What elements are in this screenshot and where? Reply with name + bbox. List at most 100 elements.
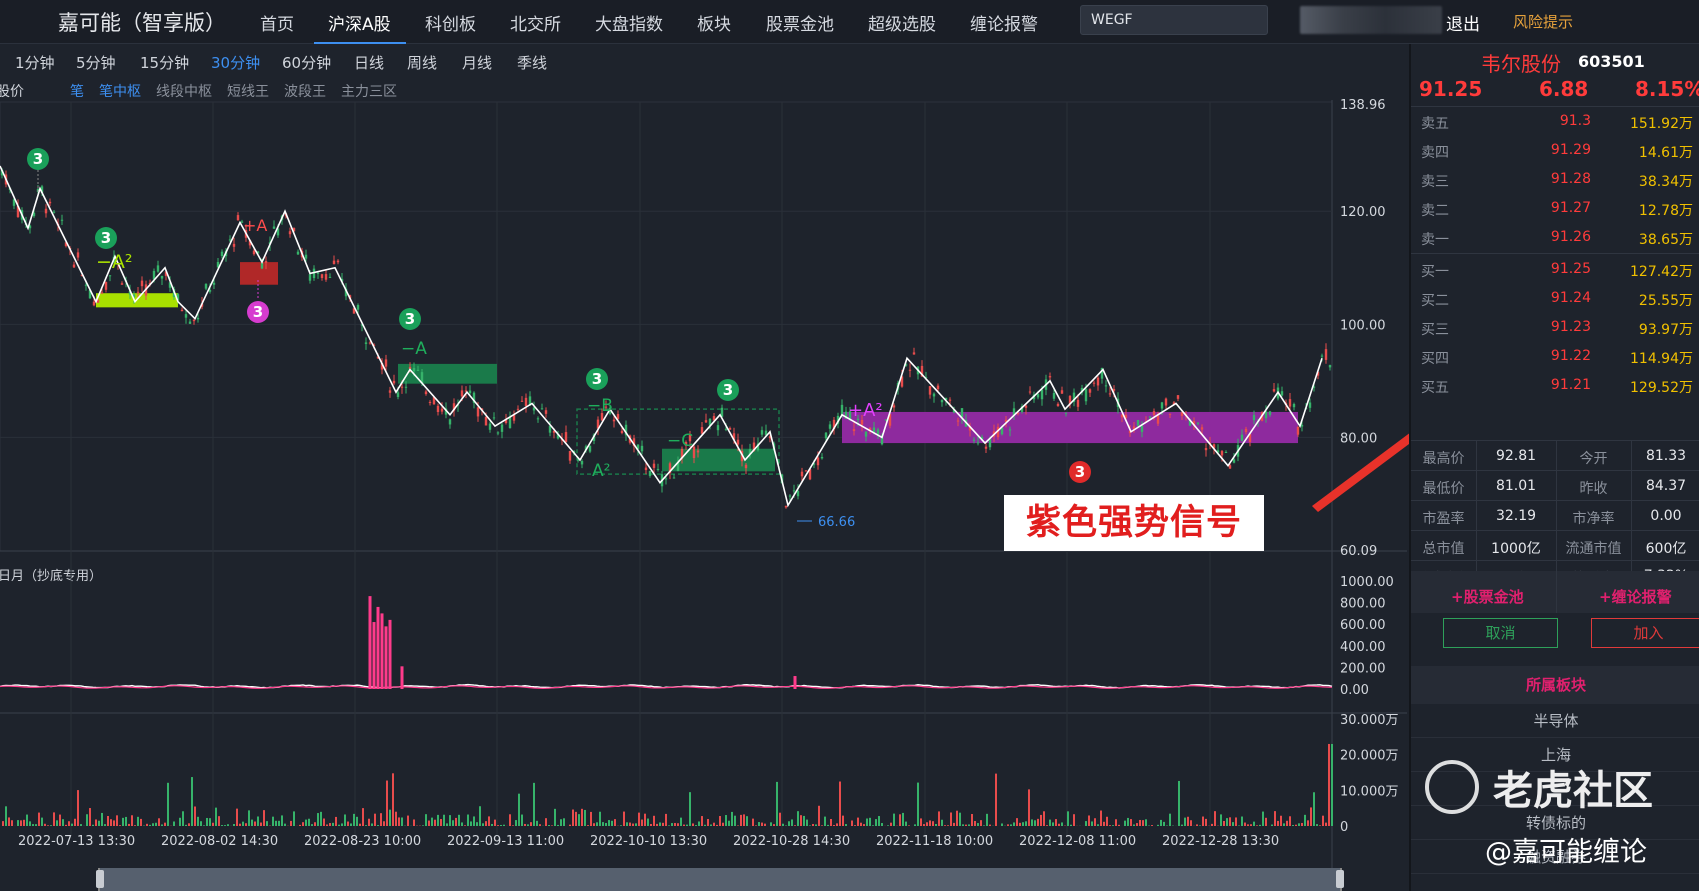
candle-body [476,407,480,417]
volume-bar [1235,817,1237,826]
kline-chart[interactable]: 3 3 3 3 3 3 3 −A² +A −A −B A² −C +A² 66.66 138.96 120.0… [0,0,1409,868]
volume-bar [1289,816,1291,826]
stat-value: 81.01 [1495,478,1537,494]
volume-bar [1139,819,1141,826]
risk-warning-link[interactable]: 风险提示 [1513,11,1573,32]
volume-bar [554,808,556,826]
cancel-button[interactable]: 取消 [1443,618,1558,648]
osc-tick-label: 1000.00 [1340,575,1394,590]
order-label: 卖一 [1421,232,1449,248]
volume-bar [1151,825,1153,826]
buy-point-three-icon: 3 [399,308,421,330]
volume-bar [305,819,307,826]
volume-bar [1145,819,1147,826]
volume-bar [659,822,661,826]
volume-bar [854,825,856,826]
candle-body [588,445,592,452]
volume-bar [728,820,730,826]
volume-bar [239,823,241,826]
volume-bar [929,820,931,826]
candle-body [328,276,332,278]
scroll-handle-left[interactable] [96,870,104,888]
add-chan-alarm-link[interactable]: +缠论报警 [1599,586,1672,607]
candle-body [336,260,340,263]
pen-line [0,165,1323,508]
volume-bar [1031,819,1033,826]
sector-item[interactable]: 半导体 [1411,704,1699,738]
scroll-handle-right[interactable] [1336,870,1344,888]
candle-body [536,418,540,420]
candle-body [100,292,104,294]
candle-body [448,419,452,425]
candle-body [392,380,396,384]
volume-bar [86,814,88,826]
stat-key: 最低价 [1422,481,1465,497]
volume-bar [32,824,34,826]
stock-code: 603501 [1578,52,1645,71]
volume-bar [1169,813,1171,826]
order-volume: 38.34万 [1638,174,1693,190]
volume-bar [191,777,193,826]
join-button[interactable]: 加入 [1591,618,1699,648]
candle-body [324,274,328,280]
volume-bar [431,817,433,826]
volume-bar [977,823,979,826]
candle-body [496,432,500,434]
volume-bar [167,782,169,826]
order-label: 卖五 [1421,116,1449,132]
volume-bar [926,822,928,826]
volume-bar [1112,825,1114,826]
candle-body [912,352,916,355]
volume-bar [488,816,490,826]
volume-bar [56,820,58,826]
volume-bar [818,805,820,826]
volume-bar [440,819,442,826]
volume-bar [1214,811,1216,826]
volume-bar [695,825,697,826]
candle-body [1056,403,1060,407]
candle-body [1096,377,1100,386]
candle-body [1232,459,1236,463]
volume-bar [1229,817,1231,826]
volume-bar [215,807,217,826]
volume-bar [971,814,973,826]
volume-bar [1232,822,1234,826]
volume-bar [587,825,589,826]
volume-bar [941,819,943,826]
volume-bar [425,814,427,826]
volume-bar [1226,818,1228,826]
volume-bar [845,824,847,826]
volume-bar [266,821,268,826]
candle-body [648,470,652,476]
volume-bar [1199,825,1201,826]
add-stock-pool-link[interactable]: +股票金池 [1451,586,1524,607]
volume-bar [950,812,952,826]
volume-bar [827,824,829,826]
candle-body [76,252,80,258]
volume-bar [935,823,937,826]
date-tick-label: 2022-12-08 11:00 [1019,834,1136,849]
stat-value: 32.19 [1495,508,1537,524]
time-scrollbar[interactable] [96,868,1344,891]
volume-bar [644,813,646,826]
volume-bar [1037,818,1039,826]
volume-bar [965,824,967,826]
candle-body [60,219,64,221]
volume-bar [341,823,343,826]
volume-bar [626,822,628,826]
volume-bar [545,818,547,826]
price-change-pct: 8.15% [1635,77,1699,101]
volume-bar [422,825,424,826]
candle-body [580,461,584,465]
volume-bar [899,814,901,826]
candle-body [488,423,492,430]
volume-bar [986,813,988,826]
volume-bar [485,821,487,826]
volume-bar [323,818,325,826]
zhongshu-zones [96,262,1298,475]
logout-button[interactable]: 退出 [1446,10,1480,35]
volume-bar [368,818,370,826]
order-price: 91.26 [1550,229,1591,245]
order-price: 91.25 [1550,261,1591,277]
volume-bar [383,821,385,826]
